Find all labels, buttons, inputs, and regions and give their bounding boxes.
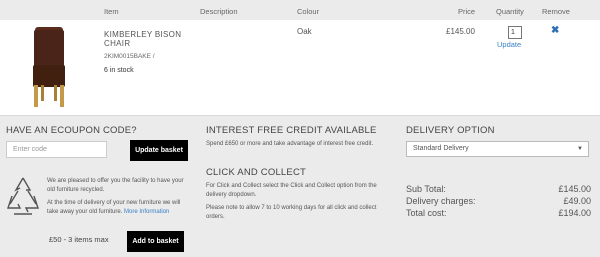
header-price: Price <box>458 7 476 16</box>
ecoupon-heading: HAVE AN ECOUPON CODE? <box>6 125 137 136</box>
click-collect-text-2: Please note to allow 7 to 10 working day… <box>206 205 377 220</box>
product-image[interactable] <box>30 27 68 109</box>
quantity-input[interactable]: 1 <box>508 26 522 39</box>
delivery-charges-label: Delivery charges: <box>406 196 476 206</box>
header-remove: Remove <box>542 7 570 16</box>
delivery-selected-value: Standard Delivery <box>413 145 469 152</box>
product-price: £145.00 <box>446 27 475 36</box>
delivery-heading: DELIVERY OPTION <box>406 125 495 136</box>
click-collect-text-1: For Click and Collect select the Click a… <box>206 183 377 198</box>
subtotal-value: £145.00 <box>558 184 591 194</box>
credit-heading: INTEREST FREE CREDIT AVAILABLE <box>206 125 377 136</box>
credit-text: Spend £650 or more and take advantage of… <box>206 141 374 147</box>
total-cost-value: £194.00 <box>558 208 591 218</box>
update-basket-button[interactable]: Update basket <box>130 140 188 161</box>
click-collect-heading: CLICK AND COLLECT <box>206 167 307 178</box>
product-colour: Oak <box>297 27 312 36</box>
product-sku: 2KIM0015BAKE / <box>104 53 155 60</box>
header-description: Description <box>200 7 238 16</box>
stock-status: 6 in stock <box>104 67 134 74</box>
update-link[interactable]: Update <box>497 40 521 49</box>
header-item: Item <box>104 7 119 16</box>
ecoupon-input[interactable]: Enter code <box>6 141 107 158</box>
total-cost-label: Total cost: <box>406 208 447 218</box>
recycle-price: £50 - 3 items max <box>49 235 109 244</box>
add-to-basket-button[interactable]: Add to basket <box>127 231 184 252</box>
delivery-select[interactable]: Standard Delivery ▼ <box>406 141 589 157</box>
basket-page: Item Description Colour Price Quantity R… <box>0 0 600 257</box>
basket-item-row: KIMBERLEY BISON CHAIR 2KIM0015BAKE / 6 i… <box>0 20 600 116</box>
chevron-down-icon: ▼ <box>577 146 583 152</box>
delivery-charges-value: £49.00 <box>563 196 591 206</box>
recycle-icon <box>7 177 39 215</box>
basket-table-header: Item Description Colour Price Quantity R… <box>0 0 600 20</box>
recycle-text-1: We are pleased to offer you the facility… <box>47 178 184 193</box>
recycle-text-2: At the time of delivery of your new furn… <box>47 199 184 216</box>
header-quantity: Quantity <box>496 7 524 16</box>
product-name[interactable]: KIMBERLEY BISON CHAIR <box>104 30 194 48</box>
subtotal-label: Sub Total: <box>406 184 446 194</box>
close-icon[interactable]: ✖ <box>551 25 559 36</box>
header-colour: Colour <box>297 7 320 16</box>
more-information-link[interactable]: More Information <box>124 209 169 215</box>
